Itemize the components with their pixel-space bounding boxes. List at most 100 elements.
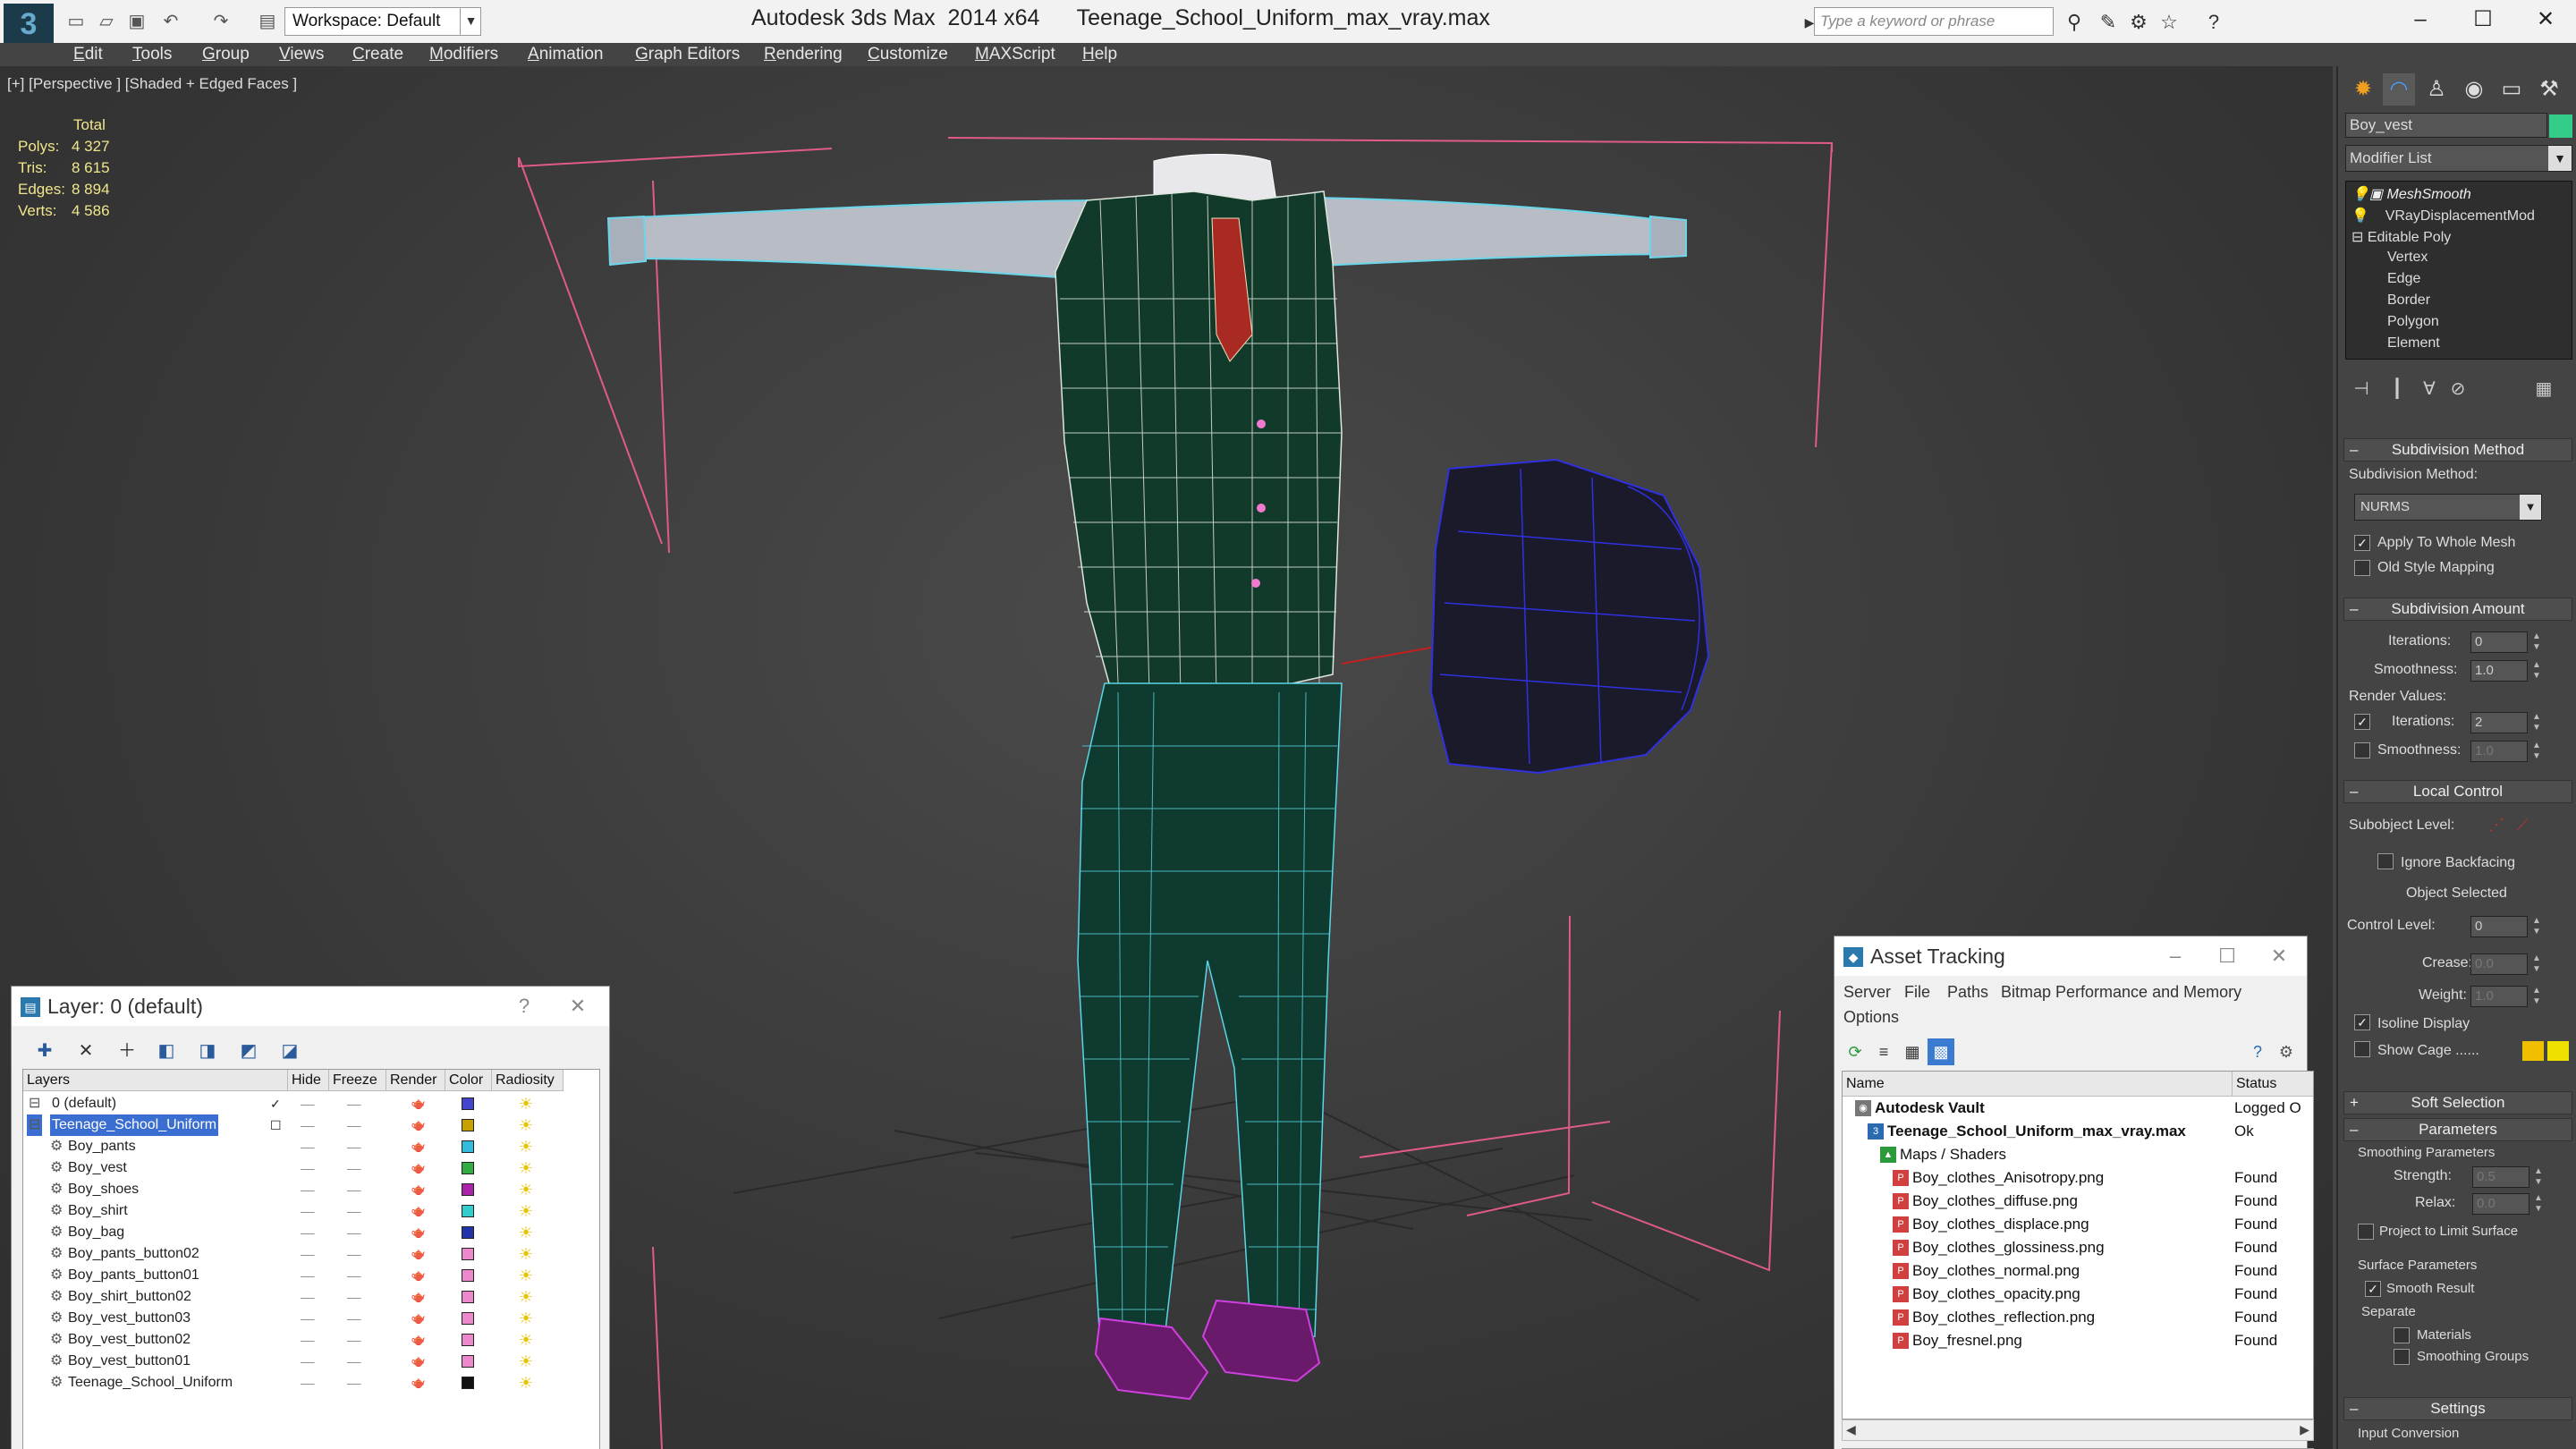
radiosity-icon[interactable]: ☀ [517, 1095, 535, 1113]
rollout-subdivision-method[interactable]: – Subdivision Method [2343, 438, 2572, 462]
render-iterations-spinner[interactable]: 2 [2470, 712, 2528, 733]
object-icon[interactable]: ⚙ [48, 1308, 64, 1329]
workspace-select[interactable]: Workspace: Default [284, 7, 481, 36]
layer-row[interactable]: ⚙ Boy_shirt_button02 –– –– 🫖 ☀ [23, 1286, 599, 1308]
stack-item-editable-poly[interactable]: ⊟ Editable Poly [2351, 228, 2451, 246]
asset-name[interactable]: Boy_clothes_normal.png [1912, 1259, 2080, 1283]
menu-edit[interactable]: Edit [73, 45, 103, 64]
asset-row[interactable]: ◉ Autodesk Vault Logged O [1843, 1097, 2313, 1120]
hide-all-icon[interactable]: ◩ [233, 1037, 264, 1065]
object-icon[interactable]: ⚙ [48, 1286, 64, 1308]
asset-row[interactable]: P Boy_clothes_reflection.png Found [1843, 1306, 2313, 1329]
asset-row[interactable]: 3 Teenage_School_Uniform_max_vray.max Ok [1843, 1120, 2313, 1143]
layer-name[interactable]: Boy_vest [66, 1157, 129, 1179]
hide-toggle[interactable]: –– [301, 1351, 315, 1372]
edge-subobject-icon[interactable]: ⟋ [2517, 816, 2529, 835]
iterations-spinner[interactable]: 0 [2470, 631, 2528, 653]
layer-color-swatch[interactable] [462, 1291, 474, 1303]
asset-name[interactable]: Autodesk Vault [1875, 1097, 1985, 1120]
close-icon[interactable]: ✕ [555, 987, 600, 1026]
search-input[interactable]: Type a keyword or phrase [1814, 7, 2054, 36]
hide-toggle[interactable]: –– [301, 1093, 315, 1114]
cage-selected-color-swatch[interactable] [2547, 1041, 2569, 1061]
create-tab-icon[interactable]: ✹ [2347, 73, 2379, 106]
asset-name[interactable]: Boy_clothes_glossiness.png [1912, 1236, 2105, 1259]
radiosity-icon[interactable]: ☀ [517, 1116, 535, 1134]
display-tab-icon[interactable]: ▭ [2496, 73, 2528, 106]
freeze-toggle[interactable]: –– [347, 1200, 361, 1222]
object-icon[interactable]: ⚙ [48, 1157, 64, 1179]
freeze-toggle[interactable]: –– [347, 1372, 361, 1394]
layer-row[interactable]: ⊟ 0 (default) ✓ –– –– 🫖 ☀ [23, 1093, 599, 1114]
object-icon[interactable]: ⚙ [48, 1265, 64, 1286]
layer-name[interactable]: Teenage_School_Uniform [50, 1114, 219, 1136]
asset-row[interactable]: P Boy_clothes_Anisotropy.png Found [1843, 1166, 2313, 1190]
freeze-all-icon[interactable]: ◪ [275, 1037, 305, 1065]
current-layer-checkbox[interactable]: ✓ [270, 1093, 281, 1114]
asset-row[interactable]: P Boy_clothes_opacity.png Found [1843, 1283, 2313, 1306]
render-teapot-icon[interactable]: 🫖 [410, 1093, 428, 1114]
hide-toggle[interactable]: –– [301, 1372, 315, 1394]
radiosity-icon[interactable]: ☀ [517, 1352, 535, 1370]
menu-tools[interactable]: Tools [132, 45, 172, 64]
radiosity-icon[interactable]: ☀ [517, 1374, 535, 1392]
object-icon[interactable]: ⚙ [48, 1222, 64, 1243]
stack-item-element[interactable]: Element [2387, 335, 2440, 352]
layer-row[interactable]: ⚙ Boy_pants_button01 –– –– 🫖 ☀ [23, 1265, 599, 1286]
render-teapot-icon[interactable]: 🫖 [410, 1114, 428, 1136]
hide-toggle[interactable]: –– [301, 1265, 315, 1286]
radiosity-icon[interactable]: ☀ [517, 1267, 535, 1284]
layer-row[interactable]: ⚙ Teenage_School_Uniform –– –– 🫖 ☀ [23, 1372, 599, 1394]
layer-color-swatch[interactable] [462, 1183, 474, 1196]
asset-row[interactable]: P Boy_fresnel.png Found [1843, 1329, 2313, 1352]
layer-row[interactable]: ⊟ Teenage_School_Uniform ☐ –– –– 🫖 ☀ [23, 1114, 599, 1136]
radiosity-icon[interactable]: ☀ [517, 1331, 535, 1349]
layer-name[interactable]: Boy_shirt [66, 1200, 130, 1222]
radiosity-icon[interactable]: ☀ [517, 1159, 535, 1177]
asset-row[interactable]: P Boy_clothes_normal.png Found [1843, 1259, 2313, 1283]
freeze-toggle[interactable]: –– [347, 1114, 361, 1136]
ignore-backfacing-checkbox[interactable] [2377, 853, 2394, 869]
layer-color-swatch[interactable] [462, 1119, 474, 1131]
object-icon[interactable]: ⚙ [48, 1351, 64, 1372]
highlight-layer-icon[interactable]: ◨ [192, 1037, 223, 1065]
stack-item-vraydisplacement[interactable]: 💡 VRayDisplacementMod [2351, 207, 2535, 225]
minimize-icon[interactable]: – [2394, 2, 2447, 38]
object-icon[interactable]: ⚙ [48, 1329, 64, 1351]
layer-row[interactable]: ⚙ Boy_shirt –– –– 🫖 ☀ [23, 1200, 599, 1222]
object-name-field[interactable]: Boy_vest [2345, 113, 2547, 138]
pin-stack-icon[interactable]: ⊣ [2347, 377, 2376, 402]
asset-row[interactable]: P Boy_clothes_displace.png Found [1843, 1213, 2313, 1236]
add-to-layer-icon[interactable]: ＋ [112, 1037, 142, 1065]
freeze-toggle[interactable]: –– [347, 1222, 361, 1243]
subdivision-method-dropdown[interactable]: NURMS ▼ [2354, 494, 2542, 521]
layer-color-swatch[interactable] [462, 1097, 474, 1110]
radiosity-icon[interactable]: ☀ [517, 1181, 535, 1199]
asset-name[interactable]: Boy_clothes_opacity.png [1912, 1283, 2080, 1306]
asset-row[interactable]: P Boy_clothes_diffuse.png Found [1843, 1190, 2313, 1213]
layer-name[interactable]: Boy_pants_button02 [66, 1243, 201, 1265]
settings-icon[interactable]: ⚙ [2273, 1038, 2300, 1065]
viewport-label[interactable]: [+] [Perspective ] [Shaded + Edged Faces… [7, 75, 297, 93]
object-icon[interactable]: ⚙ [48, 1179, 64, 1200]
utilities-tab-icon[interactable]: ⚒ [2533, 73, 2565, 106]
layer-name[interactable]: Boy_pants_button01 [66, 1265, 201, 1286]
asset-name[interactable]: Teenage_School_Uniform_max_vray.max [1887, 1120, 2186, 1143]
layer-color-swatch[interactable] [462, 1226, 474, 1239]
freeze-toggle[interactable]: –– [347, 1286, 361, 1308]
layer-row[interactable]: ⚙ Boy_vest_button01 –– –– 🫖 ☀ [23, 1351, 599, 1372]
radiosity-icon[interactable]: ☀ [517, 1245, 535, 1263]
render-teapot-icon[interactable]: 🫖 [410, 1265, 428, 1286]
old-style-mapping-checkbox[interactable] [2354, 560, 2370, 576]
column-header-freeze[interactable]: Freeze [329, 1070, 386, 1091]
freeze-toggle[interactable]: –– [347, 1329, 361, 1351]
menu-modifiers[interactable]: Modifiers [429, 45, 498, 64]
column-header-layers[interactable]: Layers [23, 1070, 288, 1091]
menu-maxscript[interactable]: MAXScript [975, 45, 1055, 64]
layer-name[interactable]: Boy_pants [66, 1136, 138, 1157]
radiosity-icon[interactable]: ☀ [517, 1224, 535, 1241]
layer-name[interactable]: Boy_shoes [66, 1179, 140, 1200]
stack-item-edge[interactable]: Edge [2387, 271, 2420, 287]
freeze-toggle[interactable]: –– [347, 1093, 361, 1114]
maximize-icon[interactable]: ☐ [2456, 2, 2510, 38]
